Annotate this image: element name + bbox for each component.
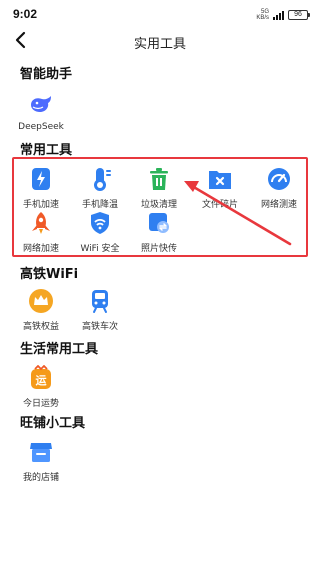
tool-rail-benefit[interactable]: 高铁权益	[10, 288, 72, 332]
tool-label: 我的店铺	[22, 473, 59, 483]
section-title-shop: 旺铺小工具	[20, 416, 86, 431]
tool-label: 高铁权益	[22, 322, 59, 332]
tool-fortune[interactable]: 运 今日运势	[10, 364, 72, 409]
svg-text:运: 运	[36, 374, 47, 387]
tool-label: 今日运势	[22, 399, 59, 409]
tool-my-shop[interactable]: 我的店铺	[10, 439, 72, 483]
fortune-icon: 运	[28, 364, 54, 391]
section-title-life: 生活常用工具	[20, 342, 99, 357]
section-title-rail: 高铁WiFi	[20, 267, 79, 282]
train-icon	[87, 288, 113, 314]
crown-icon	[28, 288, 54, 314]
shop-icon	[28, 439, 54, 465]
tool-rail-train[interactable]: 高铁车次	[69, 288, 131, 332]
tool-label: 高铁车次	[81, 322, 118, 332]
